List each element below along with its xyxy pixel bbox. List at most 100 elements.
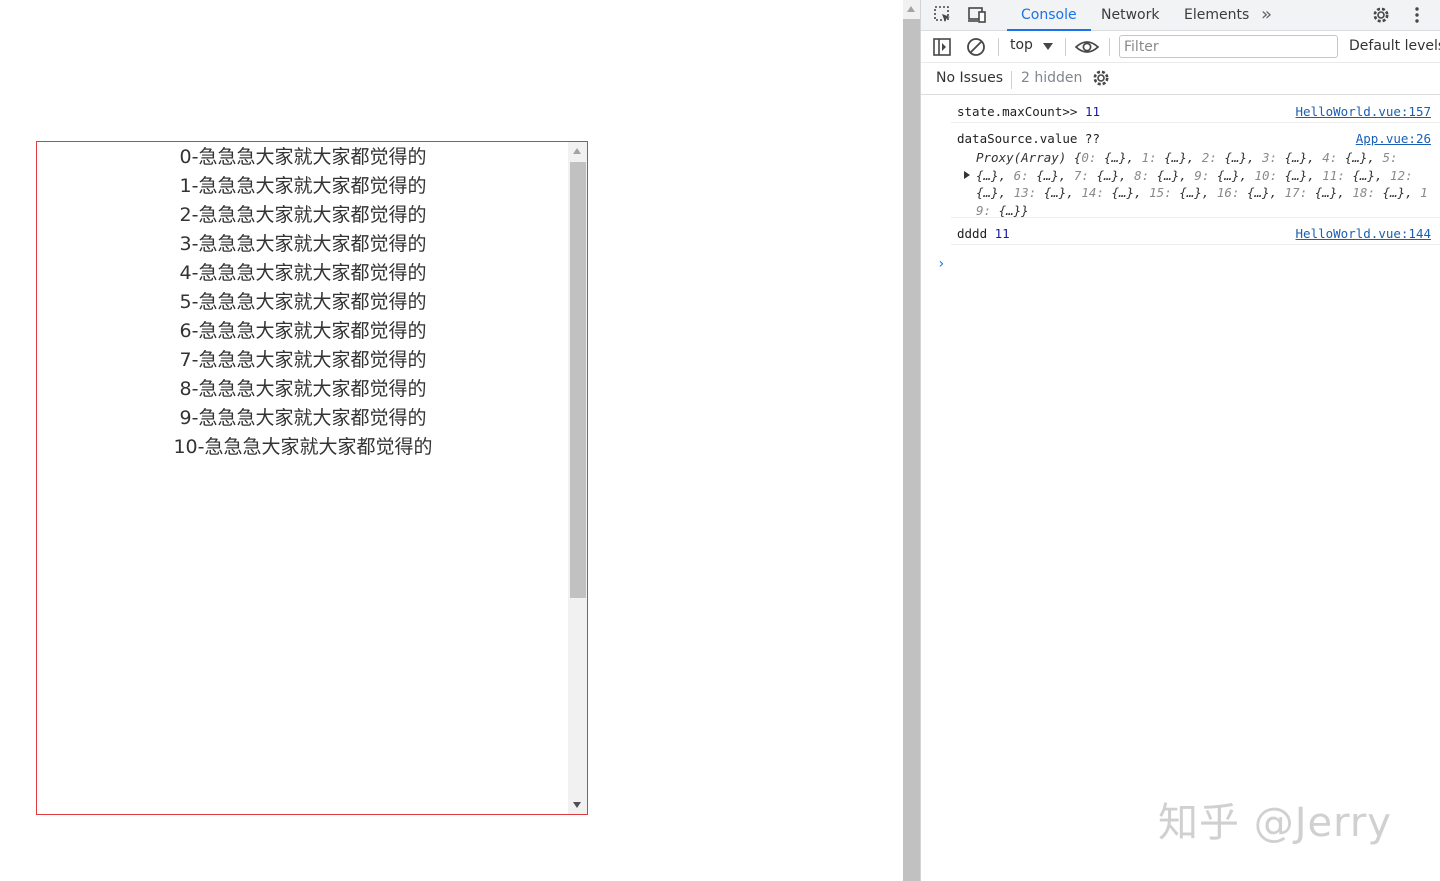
device-toggle-icon[interactable]	[966, 5, 988, 25]
proxy-array-preview[interactable]: Proxy(Array) {0: {…}, 1: {…}, 2: {…}, 3:…	[976, 149, 1431, 219]
watermark-text: 知乎 @Jerry	[1158, 800, 1392, 846]
proxy-value: {…},	[1111, 185, 1150, 200]
proxy-value: {…},	[1284, 150, 1323, 165]
proxy-key: 17:	[1284, 185, 1315, 200]
console-message: dddd 11 HelloWorld.vue:144	[951, 218, 1440, 245]
list-item: 3-急急急大家就大家都觉得的	[179, 233, 427, 255]
issues-settings-gear-icon[interactable]	[1091, 68, 1113, 88]
proxy-key: 6:	[1013, 167, 1037, 183]
clear-console-icon[interactable]	[966, 37, 988, 57]
source-link[interactable]: App.vue:26	[1356, 131, 1431, 146]
log-text: dataSource.value ??	[957, 131, 1100, 146]
source-link[interactable]: HelloWorld.vue:157	[1296, 104, 1431, 119]
context-selector[interactable]: top	[1010, 37, 1033, 53]
proxy-key: 9:	[1194, 167, 1217, 183]
proxy-key: 1:	[1141, 150, 1165, 165]
proxy-key: 2:	[1201, 150, 1225, 165]
scroll-up-arrow-icon[interactable]	[907, 6, 915, 12]
proxy-value: {…},	[976, 167, 1014, 183]
console-prompt[interactable]: ›	[937, 256, 945, 272]
tab-network[interactable]: Network	[1101, 0, 1159, 31]
page-scrollbar[interactable]	[903, 0, 920, 881]
proxy-value: {…},	[1043, 185, 1082, 200]
proxy-value: {…},	[1284, 167, 1323, 183]
inspect-element-icon[interactable]	[933, 5, 955, 25]
list-item: 2-急急急大家就大家都觉得的	[179, 204, 427, 226]
virtual-list-container[interactable]: 0-急急急大家就大家都觉得的 1-急急急大家就大家都觉得的 2-急急急大家就大家…	[36, 141, 588, 815]
proxy-key: 7:	[1073, 167, 1097, 183]
list-item: 8-急急急大家就大家都觉得的	[179, 378, 427, 400]
list-item: 4-急急急大家就大家都觉得的	[179, 262, 427, 284]
log-value: 11	[1084, 104, 1101, 119]
hidden-issues-count: 2 hidden	[1021, 70, 1083, 86]
proxy-value: {…},	[1382, 185, 1421, 200]
proxy-key: 4:	[1322, 150, 1345, 165]
proxy-value: {…},	[1164, 150, 1202, 165]
log-text: state.maxCount>>	[957, 104, 1078, 119]
list-items: 0-急急急大家就大家都觉得的 1-急急急大家就大家都觉得的 2-急急急大家就大家…	[37, 143, 569, 462]
proxy-value: {…},	[1314, 185, 1353, 200]
console-message: dataSource.value ?? App.vue:26 Proxy(Arr…	[951, 123, 1440, 218]
tab-console[interactable]: Console	[1007, 0, 1091, 31]
console-message: state.maxCount>> 11 HelloWorld.vue:157	[951, 96, 1440, 123]
proxy-key: 18:	[1352, 185, 1383, 200]
proxy-value: {…},	[1247, 185, 1285, 200]
proxy-value: {…},	[1352, 167, 1391, 183]
proxy-value: {…},	[1216, 167, 1255, 183]
proxy-value: {…},	[1179, 185, 1217, 200]
proxy-key: 12:	[1390, 167, 1413, 183]
proxy-key: 0:	[1081, 150, 1104, 165]
console-toolbar: top Default levels ▾	[921, 31, 1440, 63]
list-item: 7-急急急大家就大家都觉得的	[179, 349, 427, 371]
proxy-key: 15:	[1149, 185, 1180, 200]
list-item: 6-急急急大家就大家都觉得的	[179, 320, 427, 342]
proxy-key: 10:	[1254, 167, 1285, 183]
proxy-value: {…}	[998, 202, 1022, 218]
filter-input[interactable]	[1119, 35, 1338, 58]
toolbar-divider	[1065, 38, 1066, 56]
tab-elements[interactable]: Elements	[1184, 0, 1249, 31]
proxy-key: 13:	[1013, 185, 1044, 200]
list-scroll-thumb[interactable]	[570, 162, 586, 598]
page-viewport: 0-急急急大家就大家都觉得的 1-急急急大家就大家都觉得的 2-急急急大家就大家…	[0, 0, 903, 881]
toolbar-divider	[1011, 71, 1012, 89]
devtools-panel: Console Network Elements » top Default l…	[920, 0, 1440, 881]
proxy-value: {…},	[1156, 167, 1195, 183]
toolbar-divider	[1109, 38, 1110, 56]
proxy-key: 8:	[1134, 167, 1157, 183]
list-item: 10-急急急大家就大家都觉得的	[173, 436, 433, 458]
list-scrollbar[interactable]	[568, 142, 587, 814]
live-expression-eye-icon[interactable]	[1074, 37, 1100, 57]
proxy-value: {…},	[1224, 150, 1263, 165]
sidebar-toggle-icon[interactable]	[932, 37, 954, 57]
issues-bar: No Issues 2 hidden	[921, 63, 1440, 95]
issues-status[interactable]: No Issues	[936, 70, 1003, 86]
dropdown-arrow-icon[interactable]	[1043, 43, 1053, 50]
proxy-key: 3:	[1262, 150, 1285, 165]
scroll-up-arrow-icon[interactable]	[573, 148, 581, 154]
settings-gear-icon[interactable]	[1371, 5, 1393, 25]
proxy-value: {…},	[1103, 150, 1142, 165]
proxy-key: 5:	[1382, 150, 1398, 165]
source-link[interactable]: HelloWorld.vue:144	[1296, 226, 1431, 241]
proxy-value: {…},	[1096, 167, 1135, 183]
log-levels-dropdown[interactable]: Default levels ▾	[1349, 38, 1440, 54]
expand-triangle-icon[interactable]	[964, 171, 970, 179]
scroll-down-arrow-icon[interactable]	[573, 802, 581, 808]
proxy-label: Proxy(Array) {	[976, 150, 1082, 165]
log-text: dddd	[957, 226, 988, 241]
proxy-close: }	[1021, 202, 1029, 218]
devtools-tabbar: Console Network Elements »	[921, 0, 1440, 31]
kebab-menu-icon[interactable]	[1407, 5, 1429, 25]
proxy-key: 16:	[1216, 185, 1247, 200]
proxy-key: 11:	[1322, 167, 1353, 183]
log-value: 11	[994, 226, 1010, 241]
proxy-value: {…},	[1344, 150, 1383, 165]
list-item: 1-急急急大家就大家都觉得的	[179, 175, 427, 197]
more-tabs-icon[interactable]: »	[1261, 0, 1272, 31]
proxy-key: 14:	[1081, 185, 1112, 200]
list-item: 0-急急急大家就大家都觉得的	[179, 146, 427, 168]
proxy-value: {…},	[1036, 167, 1074, 183]
proxy-value: {…},	[976, 185, 1014, 200]
list-item: 9-急急急大家就大家都觉得的	[179, 407, 427, 429]
